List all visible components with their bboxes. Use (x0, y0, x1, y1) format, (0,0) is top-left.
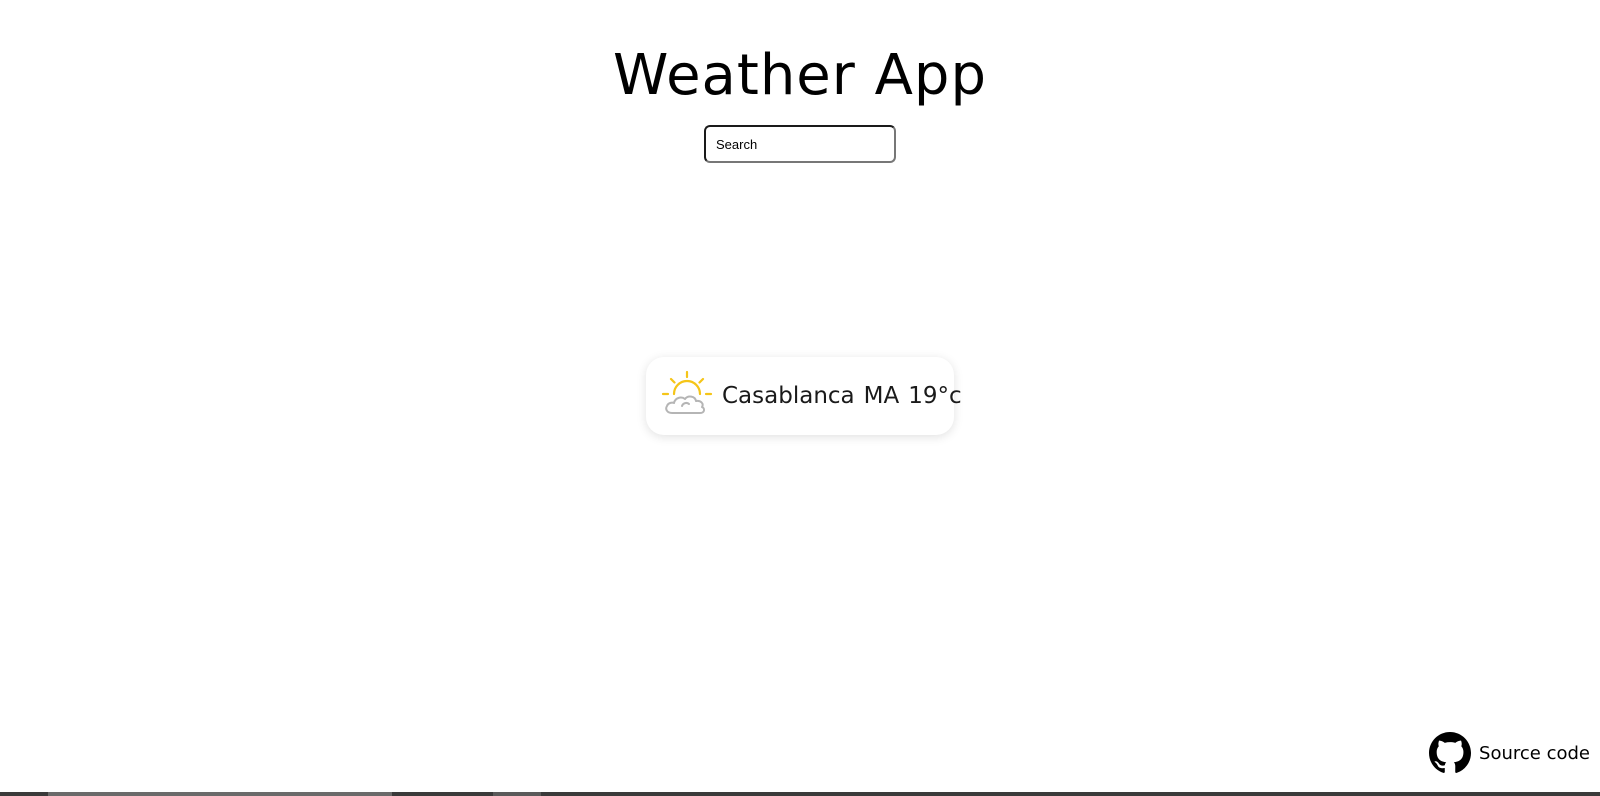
page-title: Weather App (613, 43, 987, 108)
temperature: 19°c (908, 383, 962, 409)
weather-summary: Casablanca MA 19°c (722, 383, 962, 409)
source-code-link[interactable]: Source code (1429, 732, 1590, 774)
bottom-scrollbar (0, 792, 1600, 796)
github-icon (1429, 732, 1472, 773)
weather-card: Casablanca MA 19°c (646, 357, 962, 435)
bottom-bar-segment (48, 792, 392, 796)
weather-app-page: Weather App Casablanca MA 19°c (0, 0, 1600, 796)
city-name: Casablanca (722, 383, 855, 409)
search-input[interactable] (704, 125, 896, 163)
bottom-bar-segment (493, 792, 541, 796)
source-code-label: Source code (1479, 742, 1590, 764)
country-code: MA (863, 383, 900, 409)
partly-cloudy-icon (661, 370, 713, 414)
